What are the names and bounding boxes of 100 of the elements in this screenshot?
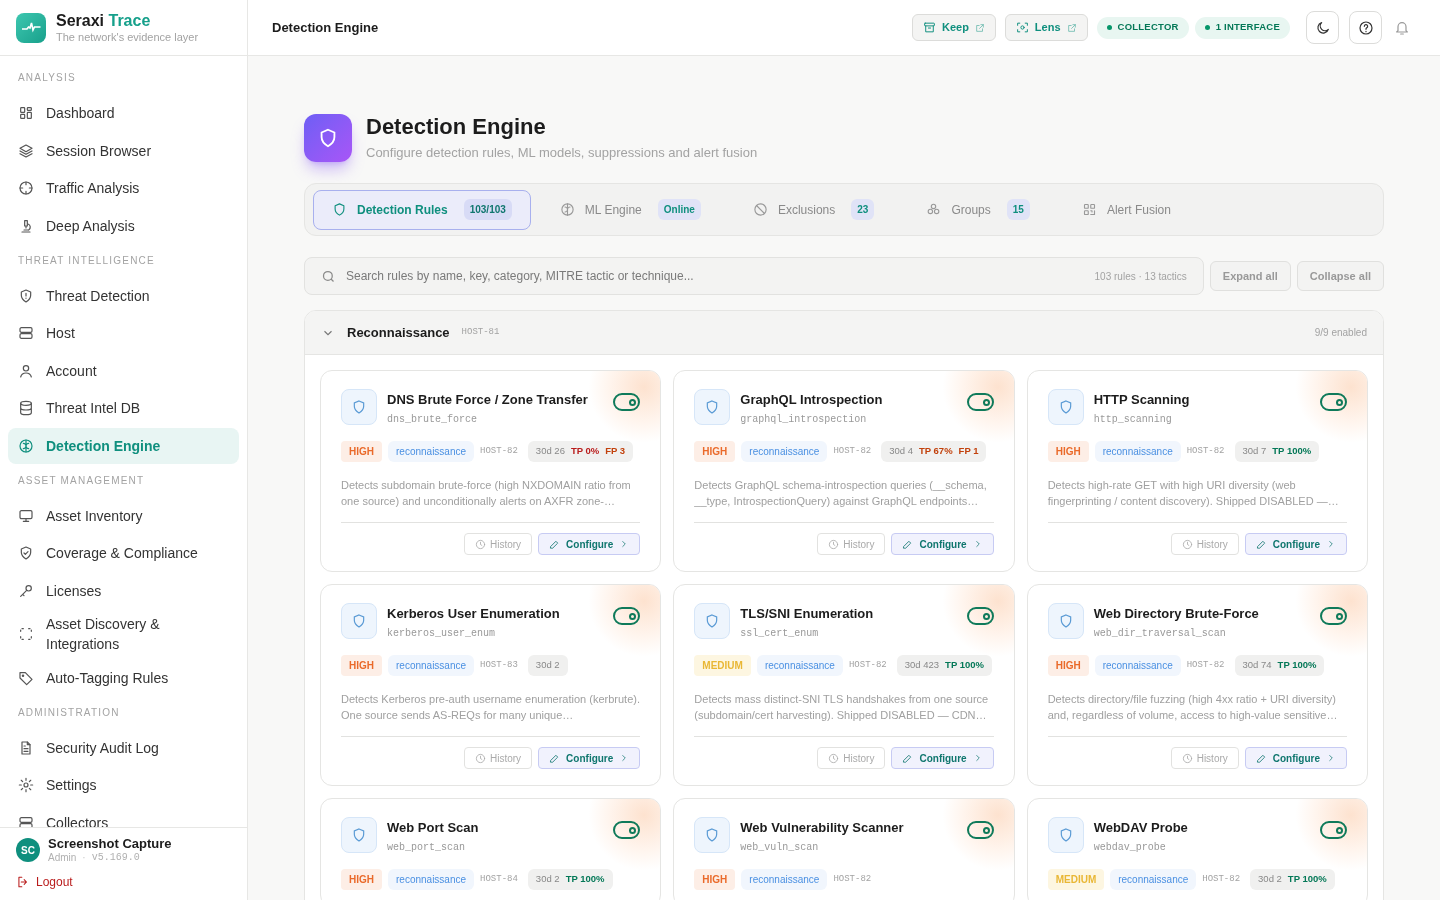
pencil-icon (902, 752, 914, 764)
rule-title: Web Vulnerability Scanner (740, 819, 905, 837)
toggle-switch[interactable] (966, 393, 994, 411)
category-tag: reconnaissance (388, 869, 475, 890)
stats-tag: 30d 7 TP 100% (1234, 441, 1320, 462)
toggle-switch[interactable] (1320, 607, 1347, 625)
category-tag: reconnaissance (756, 655, 843, 676)
configure-button[interactable]: Configure (891, 533, 994, 555)
nav-item[interactable]: Account (8, 352, 239, 389)
rule-key: kerberos_user_enum (387, 626, 604, 641)
toolbar-button[interactable]: Expand all (1209, 261, 1291, 291)
nav-item[interactable]: Dashboard (8, 95, 239, 131)
rule-key: graphql_introspection (740, 412, 957, 427)
rule-key: http_scanning (1093, 412, 1310, 427)
nav-item[interactable]: Licenses (8, 572, 239, 609)
configure-button[interactable]: Configure (891, 747, 994, 769)
group-header[interactable]: Reconnaissance HOST-81 9/9 enabled (305, 311, 1383, 355)
grid-icon (18, 105, 34, 121)
clock-icon (475, 538, 486, 550)
category-tag: reconnaissance (1094, 655, 1181, 676)
rule-title: TLS/SNI Enumeration (740, 605, 875, 623)
configure-button[interactable]: Configure (1244, 533, 1347, 555)
eye-scan-icon (1015, 21, 1029, 34)
chevron-right-icon (1326, 753, 1336, 763)
rule-description: Detects directory/file fuzzing (high 4xx ratio + URI diversity) and, regardless of volume, access to high-value sensitive… (1047, 692, 1339, 723)
host-label: HOST-83 (480, 658, 518, 672)
theme-toggle[interactable] (1306, 11, 1339, 44)
external-link-icon (974, 22, 985, 33)
shield-icon (341, 389, 377, 425)
rule-key: web_dir_traversal_scan (1093, 626, 1310, 641)
tab[interactable]: Alert Fusion (1062, 189, 1190, 230)
stats-tag: 30d 2 (527, 655, 568, 676)
pencil-icon (1255, 752, 1267, 764)
rule-key: web_vuln_scan (740, 840, 957, 855)
tab[interactable]: Groups 15 (907, 189, 1049, 230)
nav-item[interactable]: Settings (8, 767, 239, 803)
page-title: Detection Engine (366, 113, 547, 141)
key-icon (18, 582, 34, 599)
configure-button[interactable]: Configure (538, 533, 641, 555)
nav-item[interactable]: Auto-Tagging Rules (8, 659, 239, 696)
toggle-switch[interactable] (966, 607, 994, 625)
toggle-switch[interactable] (613, 821, 641, 839)
host-label: HOST-82 (1186, 444, 1225, 458)
tab[interactable]: Exclusions 23 (733, 189, 894, 230)
shield-icon (341, 603, 377, 639)
toggle-switch[interactable] (613, 607, 641, 625)
rule-key: ssl_cert_enum (740, 626, 957, 641)
section-label: ANALYSIS (17, 71, 77, 85)
search-input[interactable]: Search rules by name, key, category, MITRE tactic or technique... (346, 267, 1085, 285)
stats-tag: 30d 2 TP 100% (1250, 869, 1335, 890)
status-pill: 1 INTERFACE (1194, 16, 1290, 39)
link-button[interactable]: Keep (911, 14, 996, 41)
pencil-icon (902, 538, 914, 550)
group-host: HOST-81 (461, 325, 501, 339)
nav-item[interactable]: Deep Analysis (8, 207, 239, 244)
nav-item[interactable]: Traffic Analysis (8, 170, 239, 206)
rule-description: Detects GraphQL schema-introspection queries (__schema, __type, IntrospectionQuery) against GraphQL endpoints… (694, 478, 988, 509)
link-button[interactable]: Lens (1004, 14, 1088, 41)
search-summary: 103 rules · 13 tactics (1094, 269, 1187, 284)
toggle-switch[interactable] (1320, 821, 1347, 839)
rule-title: Web Directory Brute-Force (1093, 605, 1260, 623)
stats-tag: 30d 26 TP 0% FP 3 (527, 441, 634, 462)
brain-icon (559, 202, 575, 217)
tab[interactable]: Detection Rules 103/103 (313, 189, 531, 230)
help-button[interactable] (1349, 11, 1382, 44)
logout-button[interactable]: Logout (16, 872, 73, 891)
archive-icon (922, 21, 936, 34)
shield-icon (1047, 817, 1084, 853)
rule-key: web_port_scan (387, 840, 604, 855)
server-icon (18, 814, 34, 827)
nav-item[interactable]: Asset Inventory (8, 497, 239, 534)
nav-item[interactable]: Host (8, 315, 239, 351)
pencil-icon (549, 752, 561, 764)
stats-tag: 30d 423 TP 100% (896, 655, 992, 676)
nav-item[interactable]: Collectors (8, 804, 239, 827)
configure-button[interactable]: Configure (1244, 747, 1347, 769)
nav-item[interactable]: Threat Detection (8, 277, 239, 314)
severity-tag: HIGH (341, 655, 382, 676)
moon-icon (1314, 19, 1331, 36)
nav-item[interactable]: Detection Engine (8, 427, 239, 464)
toolbar-button[interactable]: Collapse all (1296, 261, 1384, 291)
host-label: HOST-82 (1202, 872, 1241, 886)
toggle-switch[interactable] (1320, 393, 1347, 411)
shield-alert-icon (18, 287, 34, 304)
stats-tag: 30d 74 TP 100% (1234, 655, 1325, 676)
tab[interactable]: ML Engine Online (540, 189, 720, 230)
category-tag: reconnaissance (388, 655, 475, 676)
nav-item[interactable]: Security Audit Log (8, 729, 239, 766)
nav-item[interactable]: Threat Intel DB (8, 390, 239, 426)
toggle-switch[interactable] (966, 821, 994, 839)
toggle-switch[interactable] (613, 393, 641, 411)
page-heading: Detection Engine (272, 18, 380, 37)
nav-item[interactable]: Session Browser (8, 132, 239, 169)
group-count: 9/9 enabled (1314, 326, 1367, 340)
nav-item[interactable]: Asset Discovery & Integrations (8, 610, 239, 658)
shield-icon (1047, 603, 1084, 639)
nav-item[interactable]: Coverage & Compliance (8, 535, 239, 571)
tag-icon (18, 669, 34, 686)
rule-key: webdav_probe (1093, 840, 1310, 855)
configure-button[interactable]: Configure (538, 747, 641, 769)
